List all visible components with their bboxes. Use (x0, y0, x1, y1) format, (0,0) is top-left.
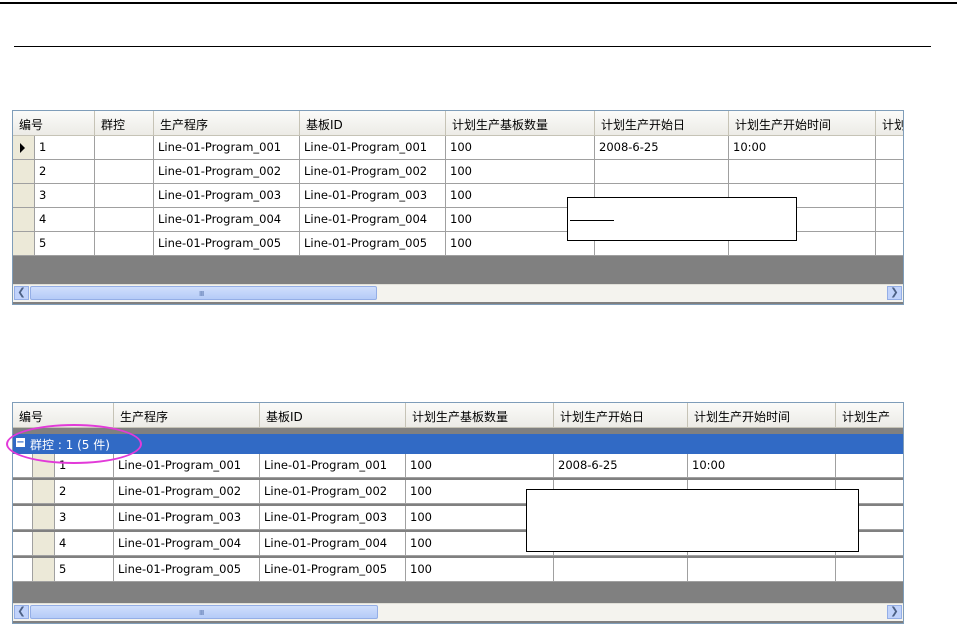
cell-board-id[interactable]: Line-01-Program_003 (260, 506, 406, 530)
group-indent-cell (13, 506, 33, 530)
group-indent-cell (13, 558, 33, 582)
row-header[interactable] (13, 208, 35, 232)
cell-program[interactable]: Line-01-Program_005 (154, 232, 300, 256)
row-header[interactable] (13, 136, 35, 160)
row-header[interactable] (33, 506, 55, 530)
cell-start-time[interactable]: 10:00 (729, 136, 876, 160)
cell-qty[interactable]: 100 (446, 136, 595, 160)
cell-board-id[interactable]: Line-01-Program_001 (300, 136, 446, 160)
cell-program[interactable]: Line-01-Program_005 (114, 558, 260, 582)
cell-qty[interactable]: 100 (406, 454, 554, 478)
right-arrow-icon[interactable]: ❯ (887, 605, 902, 619)
cell-start-time[interactable] (729, 160, 876, 184)
cell-board-id[interactable]: Line-01-Program_002 (300, 160, 446, 184)
left-arrow-icon[interactable]: ❮ (14, 605, 29, 619)
cell-program[interactable]: Line-01-Program_004 (114, 532, 260, 556)
column-header-start-date[interactable]: 计划生产开始日 (554, 403, 688, 428)
cell-board-id[interactable]: Line-01-Program_002 (260, 480, 406, 504)
cell-group[interactable] (95, 232, 154, 256)
cell-group[interactable] (95, 160, 154, 184)
annotation-box (526, 489, 859, 552)
group-indent-cell (13, 532, 33, 556)
cell-program[interactable]: Line-01-Program_001 (154, 136, 300, 160)
annotation-box (567, 197, 797, 241)
current-row-arrow-icon (20, 143, 25, 153)
cell-start-time-more[interactable] (836, 558, 903, 582)
cell-qty[interactable]: 100 (446, 160, 595, 184)
scroll-grip: IIII (199, 290, 204, 298)
cell-no[interactable]: 5 (35, 232, 95, 256)
column-header-plan-more[interactable]: 计划生产 (836, 403, 903, 428)
cell-start-time-more[interactable] (876, 232, 903, 256)
cell-no[interactable]: 2 (55, 480, 114, 504)
cell-program[interactable]: Line-01-Program_003 (154, 184, 300, 208)
cell-no[interactable]: 1 (35, 136, 95, 160)
cell-board-id[interactable]: Line-01-Program_004 (300, 208, 446, 232)
top-border-line (0, 2, 957, 4)
row-header[interactable] (33, 558, 55, 582)
cell-start-time[interactable] (688, 558, 836, 582)
right-arrow-icon[interactable]: ❯ (887, 286, 902, 300)
cell-start-date[interactable]: 2008-6-25 (554, 454, 688, 478)
group-highlight-oval (6, 424, 142, 464)
cell-no[interactable]: 3 (35, 184, 95, 208)
column-header-plan-more[interactable]: 计划 (876, 111, 903, 136)
cell-start-date[interactable] (554, 558, 688, 582)
cell-start-time[interactable]: 10:00 (688, 454, 836, 478)
cell-program[interactable]: Line-01-Program_002 (114, 480, 260, 504)
group-row[interactable]: − 群控 : 1 (5 件) (13, 434, 903, 454)
horizontal-scrollbar[interactable]: ❮ IIII ❯ (13, 603, 903, 621)
column-header-qty[interactable]: 计划生产基板数量 (446, 111, 595, 136)
column-header-board-id[interactable]: 基板ID (300, 111, 446, 136)
cell-board-id[interactable]: Line-01-Program_005 (300, 232, 446, 256)
scroll-thumb[interactable]: IIII (30, 605, 378, 619)
annotation-underline (570, 220, 614, 221)
row-header[interactable] (33, 480, 55, 504)
column-header-board-id[interactable]: 基板ID (260, 403, 406, 428)
column-header-program[interactable]: 生产程序 (114, 403, 260, 428)
scroll-thumb[interactable]: IIII (30, 286, 377, 300)
cell-program[interactable]: Line-01-Program_002 (154, 160, 300, 184)
cell-start-time-more[interactable] (876, 136, 903, 160)
cell-board-id[interactable]: Line-01-Program_001 (260, 454, 406, 478)
cell-board-id[interactable]: Line-01-Program_004 (260, 532, 406, 556)
cell-no[interactable]: 4 (55, 532, 114, 556)
column-header-no[interactable]: 编号 (13, 111, 95, 136)
row-header[interactable] (13, 232, 35, 256)
cell-group[interactable] (95, 136, 154, 160)
column-header-start-time[interactable]: 计划生产开始时间 (729, 111, 876, 136)
cell-no[interactable]: 3 (55, 506, 114, 530)
row-header[interactable] (13, 160, 35, 184)
cell-group[interactable] (95, 208, 154, 232)
row-header[interactable] (33, 532, 55, 556)
left-arrow-icon[interactable]: ❮ (14, 286, 29, 300)
row-header[interactable] (13, 184, 35, 208)
cell-group[interactable] (95, 184, 154, 208)
cell-program[interactable]: Line-01-Program_004 (154, 208, 300, 232)
cell-program[interactable]: Line-01-Program_001 (114, 454, 260, 478)
column-header-qty[interactable]: 计划生产基板数量 (406, 403, 554, 428)
cell-program[interactable]: Line-01-Program_003 (114, 506, 260, 530)
cell-start-date[interactable] (595, 160, 729, 184)
cell-start-time-more[interactable] (876, 160, 903, 184)
cell-start-time-more[interactable] (876, 184, 903, 208)
horizontal-scrollbar[interactable]: ❮ IIII ❯ (13, 284, 903, 302)
cell-no[interactable]: 4 (35, 208, 95, 232)
cell-no[interactable]: 5 (55, 558, 114, 582)
header-divider-line (14, 46, 931, 47)
cell-start-time-more[interactable] (876, 208, 903, 232)
column-header-start-time[interactable]: 计划生产开始时间 (688, 403, 836, 428)
cell-start-date[interactable]: 2008-6-25 (595, 136, 729, 160)
column-header-program[interactable]: 生产程序 (154, 111, 300, 136)
cell-start-time-more[interactable] (836, 454, 903, 478)
group-indent-cell (13, 480, 33, 504)
scroll-grip: IIII (199, 609, 204, 617)
cell-no[interactable]: 2 (35, 160, 95, 184)
column-header-group[interactable]: 群控 (95, 111, 154, 136)
cell-qty[interactable]: 100 (406, 558, 554, 582)
column-header-start-date[interactable]: 计划生产开始日 (595, 111, 729, 136)
cell-board-id[interactable]: Line-01-Program_003 (300, 184, 446, 208)
cell-board-id[interactable]: Line-01-Program_005 (260, 558, 406, 582)
